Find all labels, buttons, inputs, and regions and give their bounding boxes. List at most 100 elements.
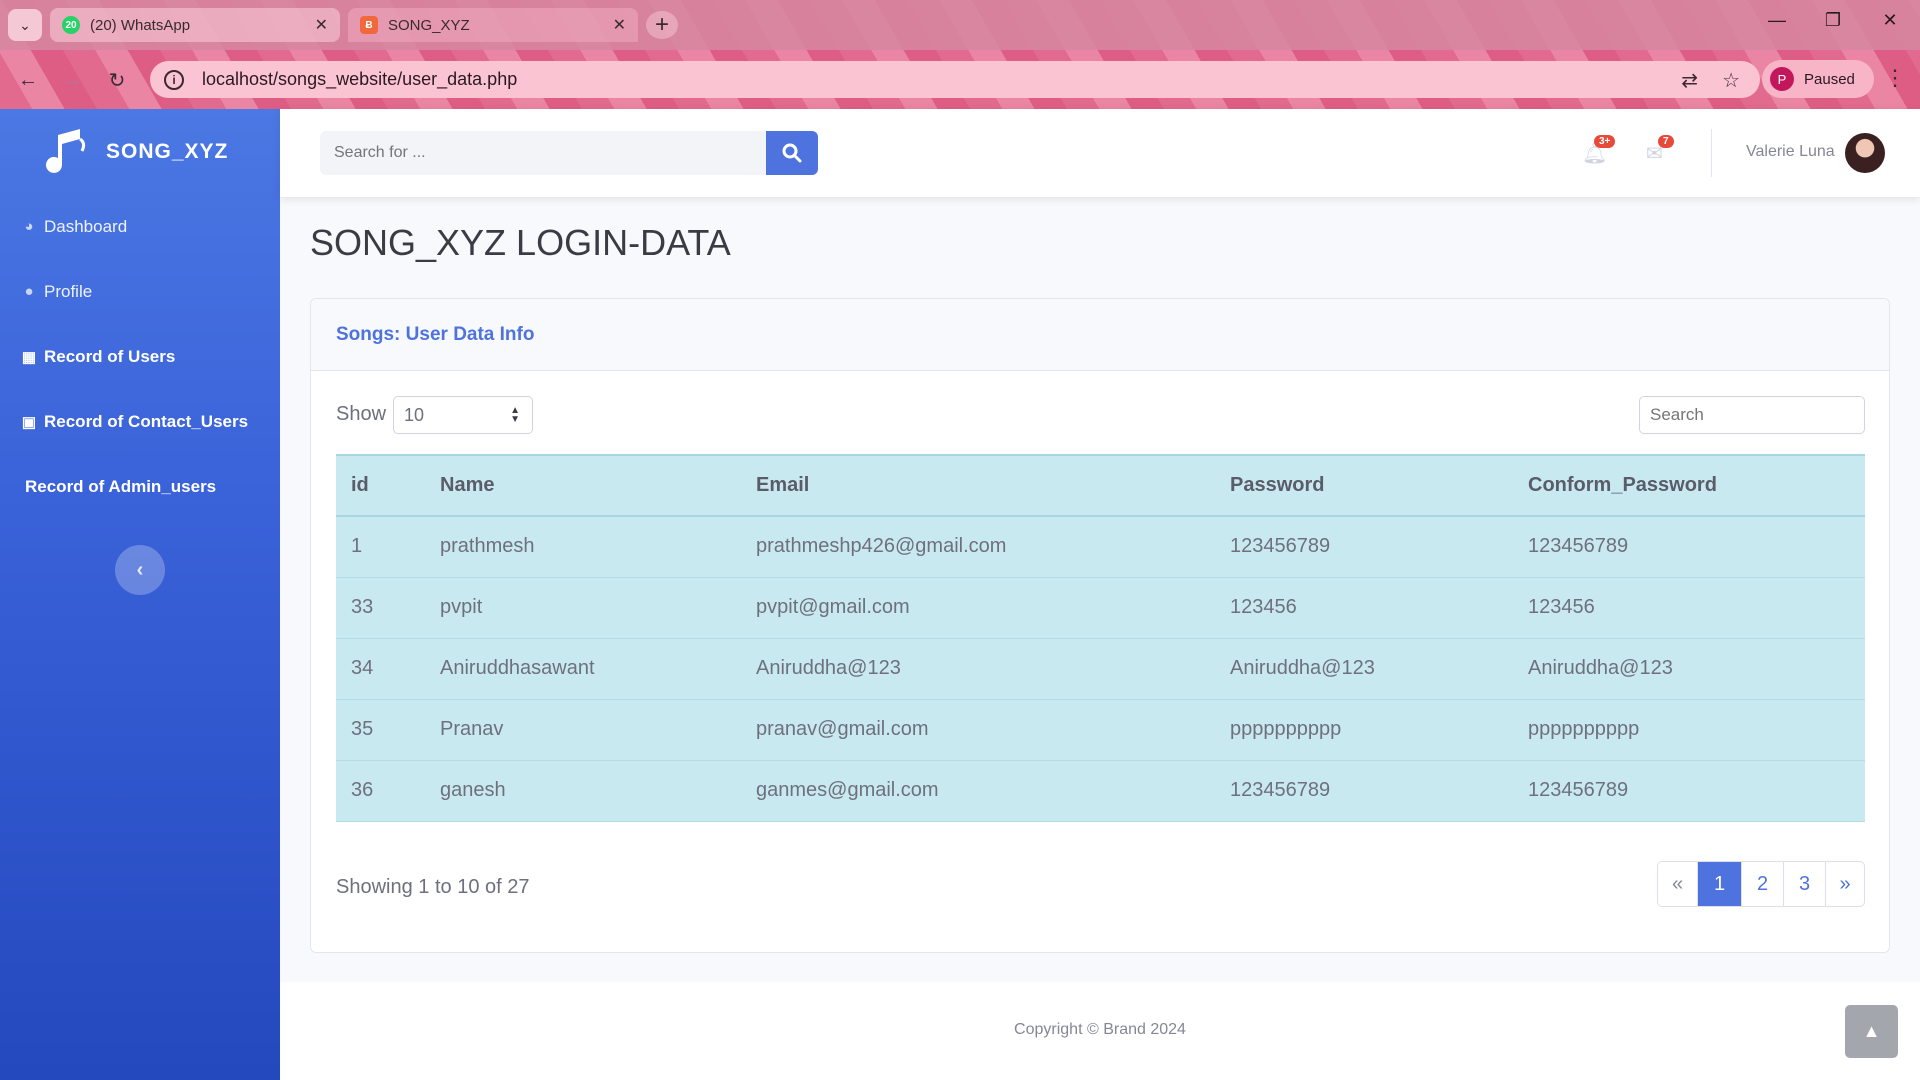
tab-strip: ⌄ 20 (20) WhatsApp ✕ Ƀ SONG_XYZ ✕ + — ❐ …: [0, 0, 1920, 50]
messages-button[interactable]: ✉ 7: [1646, 135, 1674, 166]
column-header[interactable]: Name: [425, 455, 741, 517]
forward-icon[interactable]: →: [58, 66, 86, 94]
tab-whatsapp[interactable]: 20 (20) WhatsApp ✕: [50, 8, 340, 42]
table-row: 34 Aniruddhasawant Aniruddha@123 Anirudd…: [336, 638, 1865, 700]
table-info: Showing 1 to 10 of 27: [336, 876, 530, 898]
brand-name: SONG_XYZ: [106, 139, 229, 163]
column-header[interactable]: Email: [741, 455, 1215, 517]
cell-name: Pranav: [425, 699, 741, 761]
sidebar-item-label: Record of Users: [44, 346, 176, 366]
messages-badge: 7: [1658, 135, 1674, 148]
cell-password: Aniruddha@123: [1215, 638, 1513, 700]
cell-confirm-password: pppppppppp: [1513, 699, 1865, 761]
sidebar-item-profile[interactable]: ● Profile: [0, 259, 280, 324]
pagination-page-2[interactable]: 2: [1741, 862, 1783, 906]
minimize-icon[interactable]: —: [1762, 10, 1792, 31]
sidebar-brand[interactable]: SONG_XYZ: [0, 109, 280, 194]
pagination-page-1[interactable]: 1: [1697, 862, 1741, 906]
pagination-page-3[interactable]: 3: [1783, 862, 1825, 906]
sidebar-item-label: Record of Admin_users: [25, 476, 217, 496]
sidebar-toggle-button[interactable]: ‹: [115, 545, 165, 595]
table-icon: ▦: [21, 348, 37, 366]
cell-password: 123456789: [1215, 516, 1513, 578]
translate-icon[interactable]: ⇄: [1681, 68, 1698, 93]
chevron-left-icon: ‹: [136, 558, 144, 581]
cell-confirm-password: 123456789: [1513, 760, 1865, 822]
sidebar-item-record-of-contact-users[interactable]: ▣ Record of Contact_Users: [0, 389, 280, 454]
topbar-divider: [1711, 129, 1712, 177]
music-note-icon: [46, 128, 86, 173]
sidebar-item-label: Dashboard: [44, 216, 128, 236]
column-header[interactable]: Password: [1215, 455, 1513, 517]
table-header-row: id Name Email Password Conform_Password: [336, 455, 1865, 517]
column-header[interactable]: id: [336, 455, 425, 517]
pagination: « 1 2 3 »: [1657, 861, 1865, 907]
cell-confirm-password: 123456: [1513, 577, 1865, 639]
pagination-next[interactable]: »: [1825, 862, 1864, 906]
cell-id: 1: [336, 516, 425, 578]
copyright-text: Copyright © Brand 2024: [1014, 1021, 1186, 1038]
scroll-to-top-button[interactable]: ▲: [1845, 1005, 1898, 1058]
cell-password: 123456789: [1215, 760, 1513, 822]
browser-menu-icon[interactable]: ⋮: [1884, 65, 1906, 91]
whatsapp-icon: 20: [62, 16, 80, 34]
user-name[interactable]: Valerie Luna: [1746, 143, 1835, 161]
restore-icon[interactable]: ❐: [1818, 10, 1848, 31]
avatar[interactable]: [1845, 133, 1885, 173]
cell-confirm-password: 123456789: [1513, 516, 1865, 578]
tab-title: (20) WhatsApp: [90, 16, 191, 34]
search-icon: [782, 143, 802, 163]
bookmark-star-icon[interactable]: ☆: [1722, 68, 1740, 93]
sidebar-item-record-of-admin-users[interactable]: Record of Admin_users: [0, 454, 280, 519]
table-row: 35 Pranav pranav@gmail.com pppppppppp pp…: [336, 699, 1865, 761]
cell-id: 34: [336, 638, 425, 700]
table-row: 36 ganesh ganmes@gmail.com 123456789 123…: [336, 760, 1865, 822]
cell-password: 123456: [1215, 577, 1513, 639]
profile-button[interactable]: P Paused: [1762, 60, 1874, 98]
topbar: 🔔︎ 3+ ✉ 7 Valerie Luna: [280, 109, 1920, 197]
cell-email: pranav@gmail.com: [741, 699, 1215, 761]
show-entries-label: Show: [336, 403, 387, 425]
search-input[interactable]: [320, 131, 766, 175]
search-button[interactable]: [766, 131, 818, 175]
cell-email: Aniruddha@123: [741, 638, 1215, 700]
entries-select-value: 10: [404, 404, 425, 425]
cell-email: prathmeshp426@gmail.com: [741, 516, 1215, 578]
table-search-input[interactable]: [1639, 396, 1865, 434]
window-close-icon[interactable]: ✕: [1875, 10, 1905, 31]
tab-title: SONG_XYZ: [388, 16, 470, 34]
cell-name: Aniruddhasawant: [425, 638, 741, 700]
omnibox-actions: ⇄ ☆: [1681, 68, 1740, 93]
sidebar-item-record-of-users[interactable]: ▦ Record of Users: [0, 324, 280, 389]
site-info-icon[interactable]: i: [164, 69, 184, 90]
user-icon: ●: [24, 283, 34, 300]
reload-icon[interactable]: ↻: [103, 66, 131, 94]
new-tab-button[interactable]: +: [646, 11, 678, 39]
profile-avatar: P: [1770, 67, 1794, 91]
url-text: localhost/songs_website/user_data.php: [202, 69, 518, 89]
sidebar-item-dashboard[interactable]: ◕ Dashboard: [0, 194, 280, 259]
sidebar-item-label: Profile: [44, 281, 93, 301]
page-title: SONG_XYZ LOGIN-DATA: [310, 222, 731, 263]
cell-password: pppppppppp: [1215, 699, 1513, 761]
alerts-badge: 3+: [1594, 135, 1616, 148]
tab-search-button[interactable]: ⌄: [8, 9, 42, 41]
card-title: Songs: User Data Info: [311, 299, 1889, 371]
user-data-table: id Name Email Password Conform_Password …: [336, 454, 1865, 822]
alerts-button[interactable]: 🔔︎ 3+: [1582, 135, 1616, 166]
tab-song-xyz[interactable]: Ƀ SONG_XYZ ✕: [348, 8, 638, 42]
column-header[interactable]: Conform_Password: [1513, 455, 1865, 517]
data-card: Songs: User Data Info Show 10 ▲▼ id Name…: [310, 298, 1890, 953]
dashboard-icon: ◕: [24, 218, 34, 235]
footer: Copyright © Brand 2024: [280, 982, 1920, 1080]
back-icon[interactable]: ←: [14, 66, 42, 94]
cell-name: ganesh: [425, 760, 741, 822]
close-icon[interactable]: ✕: [315, 15, 328, 35]
sidebar-item-label: Record of Contact_Users: [44, 411, 249, 431]
cell-id: 35: [336, 699, 425, 761]
cell-id: 36: [336, 760, 425, 822]
close-icon[interactable]: ✕: [613, 15, 626, 35]
entries-select[interactable]: 10 ▲ ▼: [393, 396, 533, 434]
pagination-prev[interactable]: «: [1658, 862, 1697, 906]
address-bar[interactable]: i localhost/songs_website/user_data.php …: [150, 61, 1760, 98]
